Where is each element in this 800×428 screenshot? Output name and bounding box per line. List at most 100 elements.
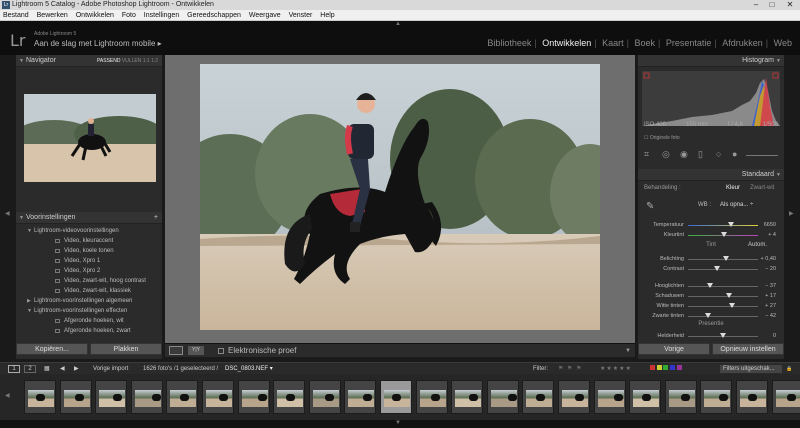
slider-knob[interactable]	[705, 313, 712, 318]
filmstrip-thumbnail[interactable]	[130, 380, 163, 414]
slider-knob[interactable]	[725, 293, 732, 298]
filmstrip-thumbnail[interactable]	[308, 380, 341, 414]
radial-filter-icon[interactable]: ○	[716, 149, 721, 159]
module-web[interactable]: Web	[774, 38, 792, 48]
auto-tone-button[interactable]: Autom.	[748, 242, 767, 248]
menu-item-bewerken[interactable]: Bewerken	[37, 12, 68, 19]
slider-track[interactable]	[688, 266, 758, 271]
close-icon[interactable]: ✕	[782, 0, 798, 10]
slider-track[interactable]	[688, 256, 758, 261]
module-afdrukken[interactable]: Afdrukken	[722, 38, 763, 48]
menu-item-ontwikkelen[interactable]: Ontwikkelen	[76, 12, 114, 19]
filmstrip-thumbnail[interactable]	[166, 380, 199, 414]
adjustment-brush-icon[interactable]: ●	[732, 149, 737, 159]
treatment-bw-option[interactable]: Zwart-wit	[750, 185, 774, 191]
preset-item[interactable]: Video, zwart-wit, hoog contrast	[16, 276, 162, 286]
graduated-filter-icon[interactable]: ▯	[698, 149, 703, 160]
original-photo-toggle[interactable]: ☐ Originele foto	[644, 135, 680, 141]
presets-header[interactable]: ▼ Voorinstellingen +	[16, 212, 162, 224]
preset-folder[interactable]: ▶ Lightroom-voorinstellingen algemeen	[16, 296, 162, 306]
module-bibliotheek[interactable]: Bibliotheek	[487, 38, 531, 48]
slider-value[interactable]: 6650	[764, 220, 776, 230]
loupe-view-icon[interactable]	[169, 346, 183, 355]
filmstrip-thumbnail[interactable]	[558, 380, 590, 414]
module-ontwikkelen[interactable]: Ontwikkelen	[542, 38, 591, 48]
slider-track[interactable]	[688, 232, 758, 237]
filmstrip-thumbnail[interactable]	[273, 380, 306, 414]
filmstrip-thumbnail[interactable]	[344, 380, 377, 414]
slider-knob[interactable]	[722, 256, 729, 261]
filmstrip-thumbnail[interactable]	[202, 380, 234, 414]
filmstrip-thumbnail[interactable]	[24, 380, 56, 414]
filmstrip-thumbnail[interactable]	[700, 380, 733, 414]
slider-track[interactable]	[688, 303, 758, 308]
preset-item[interactable]: Afgeronde hoeken, zwart	[16, 326, 162, 336]
slider-track[interactable]	[688, 283, 758, 288]
menu-item-instellingen[interactable]: Instellingen	[144, 12, 179, 19]
treatment-color-option[interactable]: Kleur	[726, 185, 740, 191]
module-kaart[interactable]: Kaart	[602, 38, 624, 48]
slider-knob[interactable]	[729, 303, 736, 308]
slider-value[interactable]: + 0,40	[761, 254, 776, 264]
softproof-checkbox[interactable]	[218, 348, 224, 354]
reset-button[interactable]: Opnieuw instellen	[712, 343, 784, 355]
filmstrip-thumbnail[interactable]	[522, 380, 555, 414]
slider-value[interactable]: − 20	[765, 264, 776, 274]
spot-removal-icon[interactable]: ◎	[662, 149, 670, 160]
menu-item-foto[interactable]: Foto	[122, 12, 136, 19]
filter-dropdown[interactable]: Filters uitgeschak...	[720, 365, 782, 373]
preset-item[interactable]: Video, Xpro 1	[16, 256, 162, 266]
filmstrip-thumbnail[interactable]	[486, 380, 519, 414]
navigator-preview[interactable]	[24, 94, 156, 182]
main-photo[interactable]	[200, 64, 600, 330]
collapse-bottom-icon[interactable]: ▼	[395, 420, 401, 426]
previous-button[interactable]: Vorige	[638, 343, 710, 355]
navigator-header[interactable]: ▼ Navigator PASSEND VULLEN 1:1 1:2	[16, 55, 162, 67]
filmstrip-thumbnail[interactable]	[771, 380, 800, 414]
slider-track[interactable]	[688, 313, 758, 318]
slider-knob[interactable]	[720, 333, 726, 338]
preset-item[interactable]: Video, kleuraccent	[16, 236, 162, 246]
slider-track[interactable]	[688, 333, 758, 338]
wb-picker-icon[interactable]: ✎	[646, 201, 654, 212]
zoom-1-1[interactable]: 1:1	[143, 58, 150, 64]
filmstrip-thumbnail[interactable]	[415, 380, 448, 414]
expanded-triangle-icon[interactable]: ▼	[27, 306, 32, 316]
filmstrip-thumbnail[interactable]	[95, 380, 128, 414]
slider-value[interactable]: − 42	[765, 311, 776, 321]
menu-item-bestand[interactable]: Bestand	[3, 12, 29, 19]
menu-item-gereedschappen[interactable]: Gereedschappen	[187, 12, 241, 19]
menu-item-venster[interactable]: Venster	[289, 12, 313, 19]
window-1-button[interactable]: 1	[8, 365, 20, 373]
expanded-triangle-icon[interactable]: ▼	[27, 226, 32, 236]
preset-item[interactable]: Video, Xpro 2	[16, 266, 162, 276]
slider-knob[interactable]	[714, 266, 721, 271]
preset-item[interactable]: Video, zwart-wit, klassiek	[16, 286, 162, 296]
collapsed-triangle-icon[interactable]: ▶	[27, 296, 31, 306]
crop-icon[interactable]: ⌗	[644, 149, 649, 160]
slider-value[interactable]: + 4	[768, 230, 776, 240]
tool-slider[interactable]	[746, 155, 778, 156]
collapse-right-icon[interactable]: ▶	[789, 210, 794, 217]
wb-dropdown[interactable]: Als opna... ÷	[720, 202, 753, 208]
filmstrip-thumbnail[interactable]	[593, 380, 626, 414]
histogram-header[interactable]: Histogram ▼	[638, 55, 784, 67]
slider-value[interactable]: + 17	[765, 291, 776, 301]
slider-track[interactable]	[688, 222, 758, 227]
zoom-fill[interactable]: VULLEN	[122, 58, 141, 64]
window-2-button[interactable]: 2	[24, 365, 36, 373]
collapse-left-icon[interactable]: ◀	[5, 210, 10, 217]
toolbar-menu-icon[interactable]: ▼	[625, 344, 631, 358]
module-presentatie[interactable]: Presentatie	[666, 38, 712, 48]
menu-item-help[interactable]: Help	[320, 12, 334, 19]
preset-item[interactable]: Afgeronde hoeken, wit	[16, 316, 162, 326]
slider-value[interactable]: 0	[773, 331, 776, 341]
slider-value[interactable]: − 37	[765, 281, 776, 291]
paste-button[interactable]: Plakken	[90, 343, 162, 355]
preset-folder[interactable]: ▼ Lightroom-voorinstellingen effecten	[16, 306, 162, 316]
minimize-icon[interactable]: –	[748, 0, 764, 10]
filmstrip-thumbnail[interactable]	[736, 380, 768, 414]
filmstrip-thumbnail[interactable]	[664, 380, 697, 414]
maximize-icon[interactable]: □	[764, 0, 780, 10]
slider-track[interactable]	[688, 293, 758, 298]
